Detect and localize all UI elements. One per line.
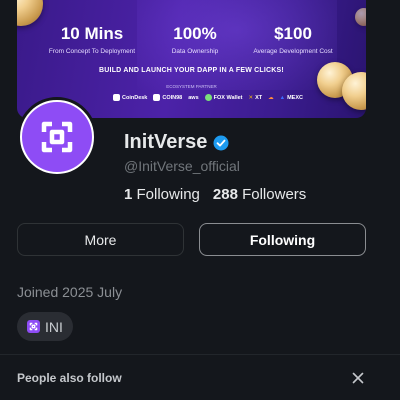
partner-name: aws xyxy=(188,94,199,101)
banner-stat: $100 Average Development Cost xyxy=(238,24,348,55)
initverse-logo-icon xyxy=(29,322,38,331)
following-link[interactable]: 1 Following xyxy=(124,186,200,203)
close-icon[interactable] xyxy=(350,370,366,386)
coin-graphic xyxy=(355,8,366,26)
coin-graphic xyxy=(17,0,43,26)
profile-handle: @InitVerse_official xyxy=(124,158,240,174)
following-count: 1 xyxy=(124,186,133,203)
stat-caption: From Concept To Deployment xyxy=(48,48,136,55)
foxwallet-icon xyxy=(204,94,212,101)
follow-stats: 1 Following 288 Followers xyxy=(124,186,306,203)
initverse-logo-icon xyxy=(41,121,73,153)
stat-value: $100 xyxy=(274,24,312,43)
partner-logo: CoinDesk xyxy=(113,94,147,101)
section-divider xyxy=(0,354,400,355)
banner-stat: 100% Data Ownership xyxy=(140,24,250,55)
coindesk-icon xyxy=(113,94,120,101)
stat-value: 100% xyxy=(173,24,217,43)
mexc-icon: ▲ xyxy=(279,94,286,101)
profile-name-row: InitVerse xyxy=(124,131,229,154)
following-button[interactable]: Following xyxy=(199,223,366,256)
partner-logo: ☁ xyxy=(268,95,274,101)
people-also-follow-title: People also follow xyxy=(17,371,122,385)
following-label: Following xyxy=(136,186,200,203)
xt-icon: ✕ xyxy=(248,94,254,101)
banner-partner-label: ECOSYSTEM PARTNER xyxy=(166,84,217,89)
partner-logo: COIN98 xyxy=(153,94,182,101)
partner-name: COIN98 xyxy=(162,94,183,101)
verified-badge-icon xyxy=(213,135,229,150)
partner-logo: ✕ XT xyxy=(248,95,262,101)
more-button[interactable]: More xyxy=(17,223,184,256)
partner-logo: FOX Wallet xyxy=(204,94,243,101)
followers-label: Followers xyxy=(242,186,307,203)
partner-name: FOX Wallet xyxy=(213,94,243,101)
profile-avatar[interactable] xyxy=(17,97,97,177)
followers-link[interactable]: 288 Followers xyxy=(213,186,306,203)
cloud-icon: ☁ xyxy=(268,94,274,101)
partner-name: CoinDesk xyxy=(122,94,148,101)
banner-stat: 10 Mins From Concept To Deployment xyxy=(37,24,147,55)
partner-logo: aws xyxy=(188,95,198,101)
token-chip[interactable]: INI xyxy=(17,312,73,341)
coin98-icon xyxy=(153,94,161,101)
partner-name: XT xyxy=(255,94,263,101)
profile-name: InitVerse xyxy=(124,131,208,153)
initverse-token-icon xyxy=(27,320,40,333)
stat-caption: Data Ownership xyxy=(171,48,219,55)
token-chip-label: INI xyxy=(45,318,63,335)
joined-date: Joined 2025 July xyxy=(17,284,123,300)
coin-graphic xyxy=(342,72,366,110)
partner-logos: CoinDesk COIN98 aws FOX Wallet ✕ XT ☁ ▲ ME… xyxy=(113,94,303,101)
avatar-logo xyxy=(22,102,92,172)
stat-caption: Average Development Cost xyxy=(253,48,333,55)
followers-count: 288 xyxy=(212,186,238,203)
banner-tagline: BUILD AND LAUNCH YOUR DAPP IN A FEW CLIC… xyxy=(99,67,284,74)
partner-name: MEXC xyxy=(287,94,303,101)
stat-value: 10 Mins xyxy=(60,24,124,43)
partner-logo: ▲ MEXC xyxy=(280,95,303,101)
